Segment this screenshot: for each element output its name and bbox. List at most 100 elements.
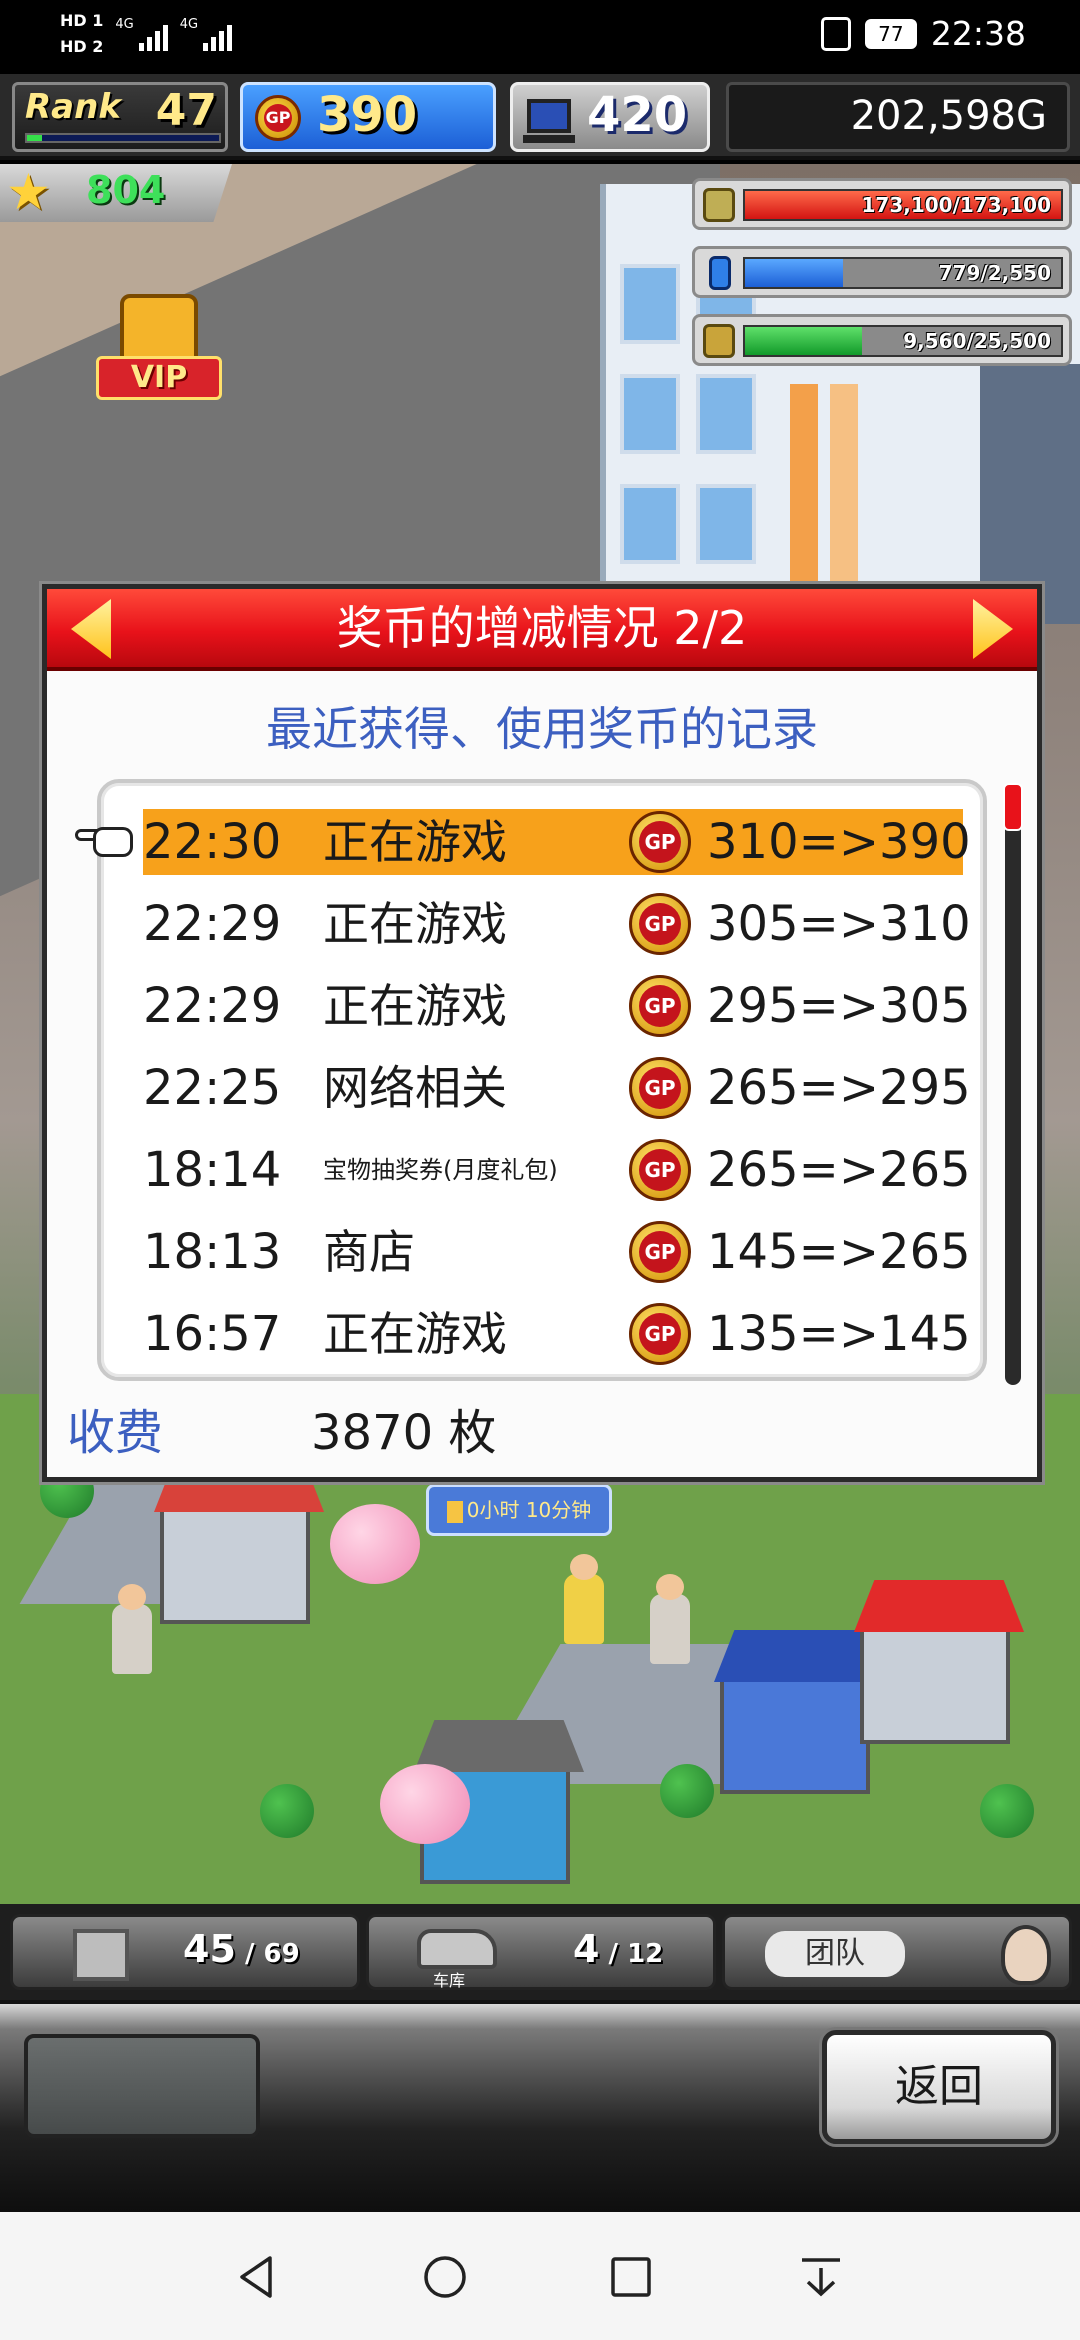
fee-label: 收费 (67, 1405, 164, 1461)
cherry-tree (380, 1764, 470, 1844)
nav-notification-icon[interactable] (796, 2252, 846, 2302)
battery-icon: 77 (864, 18, 917, 49)
buildings-max-value: 69 (263, 1939, 300, 1969)
signal-1-icon: 4G (115, 17, 168, 51)
record-change: 135=>145 (707, 1306, 971, 1362)
empty-slot-button[interactable] (24, 2034, 260, 2138)
gp-coin-icon: GP (629, 1139, 691, 1201)
rank-panel[interactable]: Rank 47 (12, 82, 228, 152)
cherry-tree (330, 1504, 420, 1584)
house-building[interactable] (854, 1580, 1024, 1744)
fee-value: 3870 枚 (311, 1405, 497, 1461)
crown-icon (120, 294, 198, 364)
money-display[interactable]: 202,598G (726, 82, 1070, 152)
record-row[interactable]: 22:29 正在游戏 GP 305=>310 (143, 891, 971, 957)
gp-coin-icon: GP (629, 1303, 691, 1365)
gp-coin-icon: GP (629, 1221, 691, 1283)
record-change: 265=>295 (707, 1060, 971, 1116)
star-icon: ★ (6, 164, 51, 221)
tab-garage[interactable]: 车库 4 / 12 (366, 1914, 716, 1990)
record-row[interactable]: 22:30 正在游戏 GP 310=>390 (75, 809, 971, 875)
vip-badge[interactable]: VIP (96, 294, 222, 414)
record-desc: 商店 (323, 1225, 415, 1279)
research-panel[interactable]: 420 (510, 82, 710, 152)
top-hud: Rank 47 GP 390 420 202,598G (0, 74, 1080, 160)
garage-count-value: 4 (573, 1927, 600, 1971)
dialog-header: 奖币的增减情况 2/2 (47, 589, 1037, 671)
rank-value: 47 (155, 85, 217, 136)
star-count: 804 (86, 168, 166, 212)
gp-coin-text: GP (639, 1067, 681, 1109)
tree (980, 1784, 1034, 1838)
record-desc: 宝物抽奖券(月度礼包) (323, 1156, 558, 1184)
resource-money[interactable]: 173,100/173,100 (692, 178, 1072, 230)
house-building[interactable] (154, 1460, 324, 1624)
status-left: HD 1 HD 2 4G 4G (60, 8, 233, 60)
rank-label: Rank (25, 87, 121, 127)
gp-coin-icon: GP (255, 95, 301, 141)
record-row[interactable]: 18:13 商店 GP 145=>265 (143, 1219, 971, 1285)
record-desc: 网络相关 (323, 1061, 507, 1115)
house-building[interactable] (714, 1630, 884, 1794)
record-change: 310=>390 (707, 814, 971, 870)
record-row[interactable]: 18:14 宝物抽奖券(月度礼包) GP 265=>265 (143, 1137, 971, 1203)
gp-coin-text: GP (639, 985, 681, 1027)
record-time: 18:13 (143, 1224, 282, 1280)
resource-water[interactable]: 779/2,550 (692, 246, 1072, 298)
nav-recents-icon[interactable] (606, 2252, 656, 2302)
scrollbar-thumb[interactable] (1003, 783, 1023, 831)
research-value: 420 (587, 87, 688, 143)
game-tab-bar: 45 / 69 车库 4 / 12 团队 (0, 1904, 1080, 2000)
record-row[interactable]: 22:25 网络相关 GP 265=>295 (143, 1055, 971, 1121)
hd2-label: HD 2 (60, 37, 104, 56)
record-list[interactable]: 22:30 正在游戏 GP 310=>390 22:29 正在游戏 GP 305… (75, 779, 987, 1381)
bottle-icon (709, 256, 731, 290)
battery-level: 77 (878, 21, 904, 46)
computer-icon (523, 99, 575, 143)
record-change: 145=>265 (707, 1224, 971, 1280)
dialog-subtitle: 最近获得、使用奖币的记录 (266, 702, 818, 756)
gp-coin-text: GP (639, 1313, 681, 1355)
record-row[interactable]: 16:57 正在游戏 GP 135=>145 (143, 1301, 971, 1367)
network-2-label: 4G (179, 17, 199, 32)
gp-panel[interactable]: GP 390 (240, 82, 496, 152)
wheat-icon (703, 324, 735, 358)
gp-coin-icon: GP (629, 811, 691, 873)
pointing-hand-icon (75, 819, 139, 863)
worker-character[interactable] (112, 1584, 152, 1674)
worker-character[interactable] (564, 1554, 604, 1644)
status-right: 77 22:38 (820, 14, 1026, 53)
tab-team[interactable]: 团队 (722, 1914, 1072, 1990)
worker-character[interactable] (650, 1574, 690, 1664)
record-time: 18:14 (143, 1142, 282, 1198)
tree (260, 1784, 314, 1838)
garage-max-value: 12 (627, 1939, 664, 1969)
record-time: 16:57 (143, 1306, 282, 1362)
record-change: 265=>265 (707, 1142, 971, 1198)
garage-count: 4 / 12 (573, 1927, 664, 1971)
gp-coin-icon: GP (629, 1057, 691, 1119)
resource-food[interactable]: 9,560/25,500 (692, 314, 1072, 366)
record-row[interactable]: 22:29 正在游戏 GP 295=>305 (143, 973, 971, 1039)
tab-buildings[interactable]: 45 / 69 (10, 1914, 360, 1990)
nav-back-icon[interactable] (232, 2252, 282, 2302)
back-button[interactable]: 返回 (822, 2030, 1056, 2144)
character-face-icon (1001, 1925, 1051, 1985)
record-time: 22:30 (143, 814, 282, 870)
construction-timer: 0小时 10分钟 (426, 1484, 612, 1536)
hd-indicator: HD 1 HD 2 (60, 8, 103, 60)
status-bar: HD 1 HD 2 4G 4G 77 22:38 (0, 0, 1080, 74)
vibrate-icon (820, 16, 851, 51)
record-time: 22:25 (143, 1060, 282, 1116)
record-desc: 正在游戏 (323, 1307, 507, 1361)
vip-label: VIP (96, 356, 222, 400)
resource-bar: 173,100/173,100 (743, 189, 1063, 221)
resource-food-value: 9,560/25,500 (903, 329, 1051, 353)
nav-home-icon[interactable] (420, 2252, 470, 2302)
list-scrollbar[interactable] (1003, 783, 1023, 1385)
star-panel[interactable]: ★ 804 (0, 164, 232, 222)
resource-bar: 9,560/25,500 (743, 325, 1063, 357)
system-nav-bar (0, 2212, 1080, 2340)
record-desc: 正在游戏 (323, 979, 507, 1033)
buildings-count: 45 / 69 (183, 1927, 300, 1971)
